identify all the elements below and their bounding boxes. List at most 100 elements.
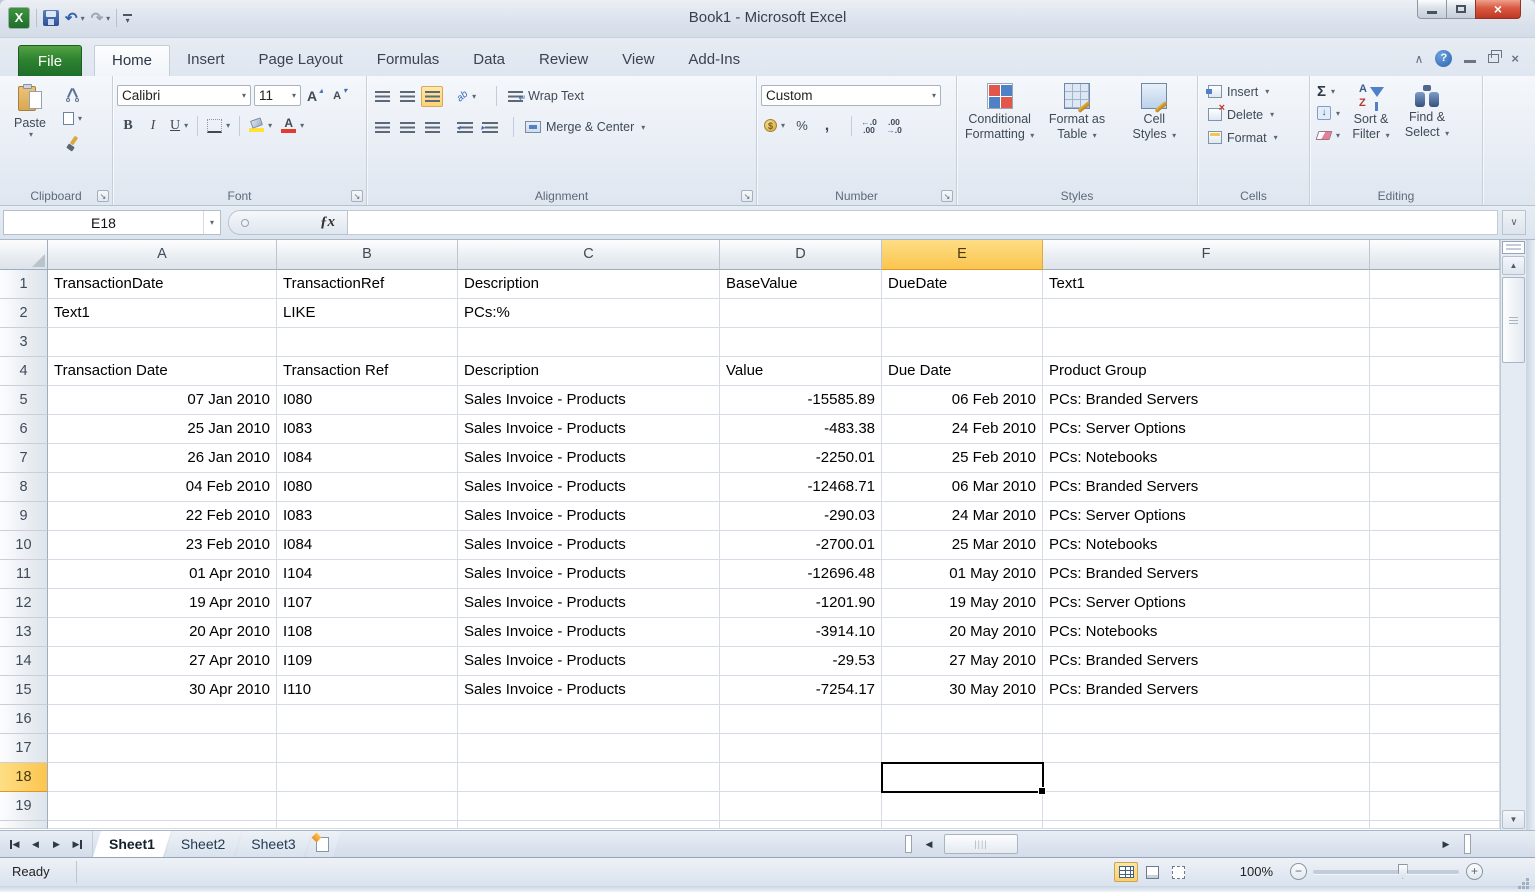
font-family-select[interactable]: Calibri▾ [117,85,251,106]
cell-C8[interactable]: Sales Invoice - Products [458,473,720,502]
cell-F19[interactable] [1043,792,1370,821]
top-align-button[interactable] [371,86,393,107]
workbook-restore-icon[interactable] [1488,54,1499,63]
cell-C11[interactable]: Sales Invoice - Products [458,560,720,589]
scroll-down-button[interactable]: ▼ [1502,810,1525,829]
cell-G16[interactable] [1370,705,1500,734]
cell-F14[interactable]: PCs: Branded Servers [1043,647,1370,676]
fill-color-button[interactable]: ▾ [246,115,275,136]
help-button[interactable]: ? [1435,50,1452,67]
cell-A6[interactable]: 25 Jan 2010 [48,415,277,444]
cell-F15[interactable]: PCs: Branded Servers [1043,676,1370,705]
cell-A9[interactable]: 22 Feb 2010 [48,502,277,531]
cell-F9[interactable]: PCs: Server Options [1043,502,1370,531]
cell-F12[interactable]: PCs: Server Options [1043,589,1370,618]
cell-C7[interactable]: Sales Invoice - Products [458,444,720,473]
cell-A18[interactable] [48,763,277,792]
row-header-15[interactable]: 15 [0,676,48,705]
tab-home[interactable]: Home [94,45,170,76]
cell-B12[interactable]: I107 [277,589,458,618]
row-header-8[interactable]: 8 [0,473,48,502]
cell-B5[interactable]: I080 [277,386,458,415]
cell-G6[interactable] [1370,415,1500,444]
insert-worksheet-button[interactable] [306,831,341,857]
cell-A2[interactable]: Text1 [48,299,277,328]
cell-A10[interactable]: 23 Feb 2010 [48,531,277,560]
cell-D6[interactable]: -483.38 [720,415,882,444]
cell-G3[interactable] [1370,328,1500,357]
cell-C19[interactable] [458,792,720,821]
last-sheet-button[interactable]: ▶ [68,835,87,854]
increase-decimal-button[interactable]: ←.0.00 [858,115,880,136]
row-header-17[interactable]: 17 [0,734,48,763]
column-header-B[interactable]: B [277,240,458,270]
cell-D10[interactable]: -2700.01 [720,531,882,560]
row-header-10[interactable]: 10 [0,531,48,560]
cell-G17[interactable] [1370,734,1500,763]
horizontal-scroll-thumb[interactable]: |||| [944,834,1018,854]
cell-F17[interactable] [1043,734,1370,763]
cell-B16[interactable] [277,705,458,734]
cell-A4[interactable]: Transaction Date [48,357,277,386]
format-as-table-button[interactable]: Format asTable ▾ [1038,80,1115,188]
cell-F6[interactable]: PCs: Server Options [1043,415,1370,444]
cell-B1[interactable]: TransactionRef [277,270,458,299]
cell-B4[interactable]: Transaction Ref [277,357,458,386]
cell-G11[interactable] [1370,560,1500,589]
cell-A11[interactable]: 01 Apr 2010 [48,560,277,589]
cell-G13[interactable] [1370,618,1500,647]
tab-split-handle-right[interactable] [1464,834,1471,854]
cell-D17[interactable] [720,734,882,763]
cell-G7[interactable] [1370,444,1500,473]
vertical-split-handle[interactable] [1502,241,1525,254]
row-header-7[interactable]: 7 [0,444,48,473]
comma-style-button[interactable]: , [816,115,838,136]
cell-E3[interactable] [882,328,1043,357]
cell-C9[interactable]: Sales Invoice - Products [458,502,720,531]
cell-C13[interactable]: Sales Invoice - Products [458,618,720,647]
cell-B13[interactable]: I108 [277,618,458,647]
cell-D8[interactable]: -12468.71 [720,473,882,502]
cell-G2[interactable] [1370,299,1500,328]
decrease-indent-button[interactable]: ◂ [454,117,476,138]
zoom-out-button[interactable]: − [1290,863,1307,880]
cell-B8[interactable]: I080 [277,473,458,502]
next-sheet-button[interactable]: ▶ [47,835,66,854]
cell-D1[interactable]: BaseValue [720,270,882,299]
formula-input[interactable] [348,210,1498,235]
zoom-in-button[interactable]: + [1466,863,1483,880]
collapse-ribbon-icon[interactable]: ∧ [1415,52,1424,66]
cell-C3[interactable] [458,328,720,357]
maximize-button[interactable] [1447,0,1475,19]
first-sheet-button[interactable]: ◀ [5,835,24,854]
row-header-2[interactable]: 2 [0,299,48,328]
increase-indent-button[interactable]: ▸ [479,117,501,138]
cell-E1[interactable]: DueDate [882,270,1043,299]
cell-B7[interactable]: I084 [277,444,458,473]
merge-center-button[interactable]: Merge & Center▾ [520,116,650,138]
row-header-14[interactable]: 14 [0,647,48,676]
cell-F2[interactable] [1043,299,1370,328]
cell-E13[interactable]: 20 May 2010 [882,618,1043,647]
cell-E8[interactable]: 06 Mar 2010 [882,473,1043,502]
cell-F4[interactable]: Product Group [1043,357,1370,386]
cell-B14[interactable]: I109 [277,647,458,676]
page-layout-view-button[interactable] [1140,862,1164,882]
tab-page-layout[interactable]: Page Layout [242,45,360,76]
bottom-align-button[interactable] [421,86,443,107]
cell-E16[interactable] [882,705,1043,734]
zoom-level[interactable]: 100% [1240,864,1273,879]
tab-split-handle[interactable] [905,835,912,853]
cell-C6[interactable]: Sales Invoice - Products [458,415,720,444]
hscroll-left-button[interactable]: ◀ [920,835,938,853]
tab-insert[interactable]: Insert [170,45,242,76]
accounting-format-button[interactable]: $▾ [761,115,788,136]
cell-F10[interactable]: PCs: Notebooks [1043,531,1370,560]
align-right-button[interactable] [421,117,443,138]
workbook-close-icon[interactable]: × [1511,53,1519,65]
column-header-F[interactable]: F [1043,240,1370,270]
cell-A15[interactable]: 30 Apr 2010 [48,676,277,705]
cell-F3[interactable] [1043,328,1370,357]
cell-C12[interactable]: Sales Invoice - Products [458,589,720,618]
cell-A19[interactable] [48,792,277,821]
